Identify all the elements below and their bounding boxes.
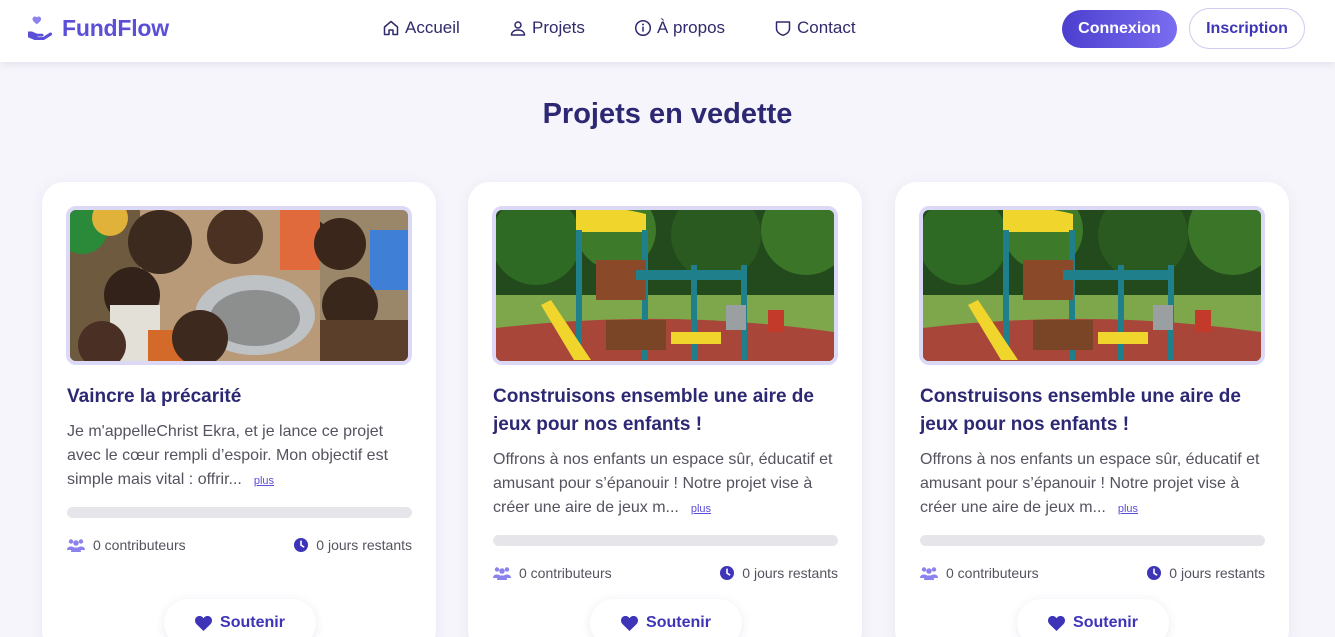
heart-icon <box>1048 615 1066 631</box>
project-stats: 0 contributeurs 0 jours restants <box>920 565 1265 581</box>
users-icon <box>493 567 511 580</box>
project-description-text: Je m'appelleChrist Ekra, et je lance ce … <box>67 423 389 488</box>
project-image <box>492 206 838 365</box>
project-description: Offrons à nos enfants un espace sûr, édu… <box>493 448 843 521</box>
contributors-stat: 0 contributeurs <box>920 565 1039 581</box>
shield-icon <box>775 21 791 37</box>
section-title: Projets en vedette <box>542 98 793 130</box>
clock-icon <box>720 566 735 580</box>
project-title[interactable]: Vaincre la précarité <box>67 383 417 411</box>
nav-item-projets[interactable]: Projets <box>509 18 634 38</box>
support-button[interactable]: Soutenir <box>1017 599 1169 637</box>
nav-item-label: Projets <box>532 18 585 37</box>
project-description-text: Offrons à nos enfants un espace sûr, édu… <box>920 451 1260 516</box>
days-left-stat: 0 jours restants <box>294 537 412 553</box>
login-button[interactable]: Connexion <box>1062 10 1177 48</box>
project-stats: 0 contributeurs 0 jours restants <box>493 565 838 581</box>
nav-item-contact[interactable]: Contact <box>774 18 856 38</box>
support-button[interactable]: Soutenir <box>164 599 316 637</box>
days-left: 0 jours restants <box>1169 565 1265 581</box>
clock-icon <box>1147 566 1162 580</box>
support-label: Soutenir <box>646 614 711 631</box>
nav-item-label: Accueil <box>405 18 460 37</box>
project-card[interactable]: Construisons ensemble une aire de jeux p… <box>468 182 862 637</box>
clock-icon <box>294 538 309 552</box>
nav-item-label: Contact <box>797 18 856 37</box>
user-icon <box>510 21 526 36</box>
nav-item-label: À propos <box>657 18 726 37</box>
days-left-stat: 0 jours restants <box>720 565 838 581</box>
hand-heart-icon <box>28 16 53 40</box>
playground-photo <box>496 210 834 361</box>
support-label: Soutenir <box>220 614 285 631</box>
users-icon <box>67 539 85 552</box>
brand-logo[interactable]: FundFlow <box>26 14 169 42</box>
navbar: FundFlow Accueil Projets À propos Contac… <box>0 0 1335 62</box>
days-left: 0 jours restants <box>316 537 412 553</box>
contributors-count: 0 contributeurs <box>93 537 186 553</box>
nav-item-a-propos[interactable]: À propos <box>634 18 774 38</box>
days-left-stat: 0 jours restants <box>1147 565 1265 581</box>
heart-icon <box>195 615 213 631</box>
project-title[interactable]: Construisons ensemble une aire de jeux p… <box>493 383 843 439</box>
more-link[interactable]: plus <box>1118 503 1138 515</box>
project-image <box>919 206 1265 365</box>
contributors-count: 0 contributeurs <box>946 565 1039 581</box>
contributors-stat: 0 contributeurs <box>493 565 612 581</box>
nav-item-accueil[interactable]: Accueil <box>382 18 509 38</box>
project-card[interactable]: Vaincre la précarité Je m'appelleChrist … <box>42 182 436 637</box>
playground-photo <box>923 210 1261 361</box>
children-eating-photo <box>70 210 408 361</box>
project-description: Offrons à nos enfants un espace sûr, édu… <box>920 448 1270 521</box>
support-label: Soutenir <box>1073 614 1138 631</box>
heart-icon <box>621 615 639 631</box>
project-title[interactable]: Construisons ensemble une aire de jeux p… <box>920 383 1270 439</box>
signup-button[interactable]: Inscription <box>1189 8 1305 49</box>
users-icon <box>920 567 938 580</box>
progress-bar <box>67 507 412 518</box>
home-icon <box>383 20 399 36</box>
support-button[interactable]: Soutenir <box>590 599 742 637</box>
brand-name: FundFlow <box>62 14 169 41</box>
main-nav: Accueil Projets À propos Contact <box>382 18 856 38</box>
progress-bar <box>920 535 1265 546</box>
more-link[interactable]: plus <box>254 475 274 487</box>
contributors-stat: 0 contributeurs <box>67 537 186 553</box>
project-image <box>66 206 412 365</box>
progress-bar <box>493 535 838 546</box>
more-link[interactable]: plus <box>691 503 711 515</box>
info-icon <box>634 19 652 37</box>
days-left: 0 jours restants <box>742 565 838 581</box>
project-card[interactable]: Construisons ensemble une aire de jeux p… <box>895 182 1289 637</box>
project-stats: 0 contributeurs 0 jours restants <box>67 537 412 553</box>
contributors-count: 0 contributeurs <box>519 565 612 581</box>
project-description-text: Offrons à nos enfants un espace sûr, édu… <box>493 451 833 516</box>
project-description: Je m'appelleChrist Ekra, et je lance ce … <box>67 420 417 493</box>
